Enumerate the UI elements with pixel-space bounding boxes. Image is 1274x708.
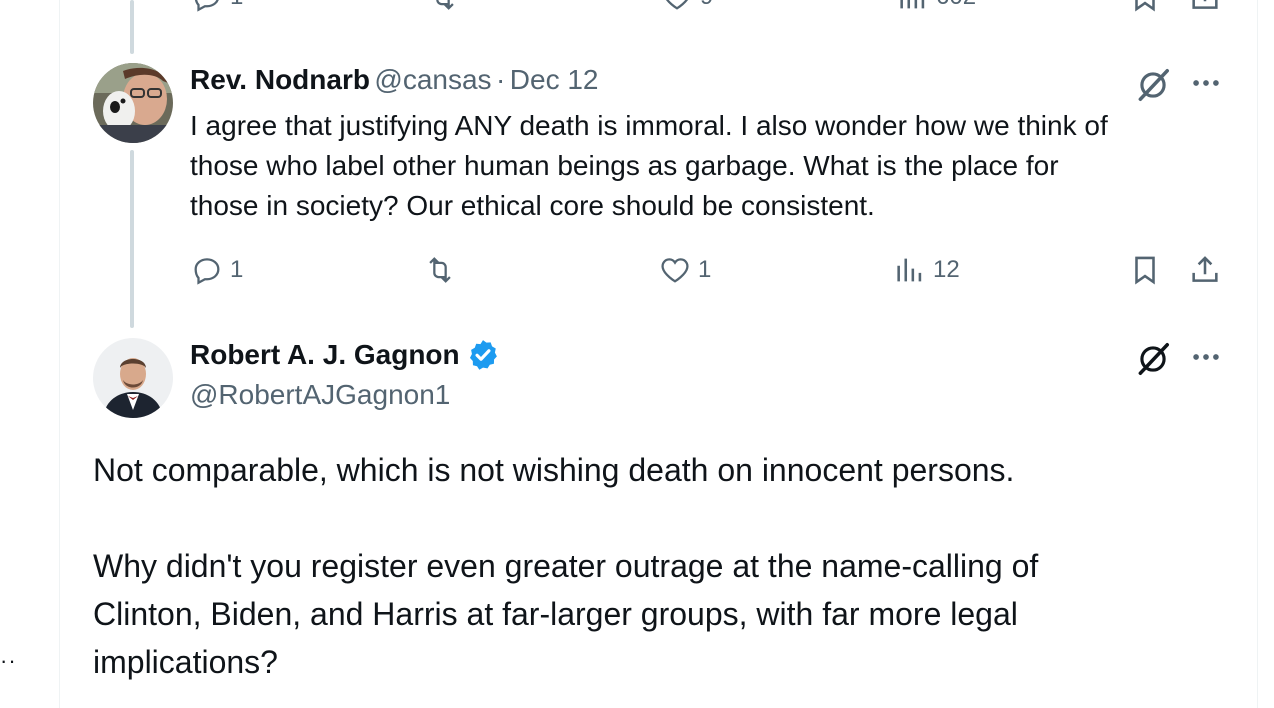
reply-author-avatar[interactable] bbox=[93, 63, 173, 143]
share-button[interactable] bbox=[1188, 253, 1222, 287]
main-tweet-text: Not comparable, which is not wishing dea… bbox=[93, 446, 1233, 686]
previous-views-count: 602 bbox=[936, 0, 976, 11]
main-paragraph-2-line: implications? bbox=[93, 644, 278, 680]
views-count: 12 bbox=[933, 256, 960, 283]
speech-bubble-icon bbox=[194, 0, 219, 12]
thread-connector-top bbox=[130, 0, 134, 54]
reply-text-line: I agree that justifying ANY death is imm… bbox=[190, 110, 1108, 141]
views-button[interactable]: 12 bbox=[893, 253, 960, 287]
reply-date[interactable]: Dec 12 bbox=[510, 64, 599, 95]
grok-slash-circle-icon[interactable] bbox=[1134, 66, 1172, 104]
reply-header-separator: · bbox=[496, 64, 506, 95]
previous-like-button[interactable]: 9 bbox=[660, 0, 713, 14]
avatar-image bbox=[93, 338, 173, 418]
main-author-handle[interactable]: @RobertAJGagnon1 bbox=[190, 379, 450, 411]
main-author-avatar[interactable] bbox=[93, 338, 173, 418]
speech-bubble-icon bbox=[194, 258, 220, 285]
previous-bookmark-button[interactable] bbox=[1128, 0, 1162, 14]
verified-badge-icon[interactable] bbox=[466, 338, 500, 372]
previous-views-button[interactable]: 602 bbox=[896, 0, 976, 14]
bookmark-icon bbox=[1135, 256, 1155, 285]
ellipsis-icon[interactable] bbox=[1189, 340, 1223, 374]
previous-retweet-button[interactable] bbox=[426, 0, 460, 14]
retweet-arrows-icon bbox=[436, 0, 454, 10]
like-button[interactable]: 1 bbox=[658, 253, 711, 287]
sidebar-more-dots[interactable]: ·· bbox=[0, 648, 17, 674]
bar-chart-icon bbox=[897, 258, 922, 282]
previous-reply-button[interactable]: 1 bbox=[190, 0, 243, 14]
bar-chart-icon bbox=[900, 0, 925, 9]
reply-count: 1 bbox=[230, 256, 244, 283]
previous-share-button[interactable] bbox=[1188, 0, 1222, 14]
previous-like-count: 9 bbox=[700, 0, 713, 11]
like-count: 1 bbox=[698, 256, 712, 283]
main-author-name[interactable]: Robert A. J. Gagnon bbox=[190, 339, 460, 371]
grok-slash-circle-icon[interactable] bbox=[1134, 340, 1172, 378]
reply-text-line: those in society? Our ethical core shoul… bbox=[190, 190, 875, 221]
share-upload-icon bbox=[1192, 0, 1218, 9]
reply-author-handle[interactable]: @cansas bbox=[374, 64, 491, 95]
bookmark-button[interactable] bbox=[1128, 253, 1162, 287]
timeline-right-border bbox=[1257, 0, 1258, 708]
main-paragraph-1: Not comparable, which is not wishing dea… bbox=[93, 452, 1015, 488]
main-paragraph-2-line: Clinton, Biden, and Harris at far-larger… bbox=[93, 596, 1018, 632]
timeline-left-border bbox=[59, 0, 60, 708]
reply-text: I agree that justifying ANY death is imm… bbox=[190, 106, 1230, 226]
reply-text-line: those who label other human beings as ga… bbox=[190, 150, 1059, 181]
avatar-image bbox=[93, 63, 173, 143]
share-upload-icon bbox=[1192, 256, 1218, 282]
previous-tweet-actions: 1 9 602 bbox=[190, 0, 1230, 14]
reply-author-name[interactable]: Rev. Nodnarb bbox=[190, 64, 370, 95]
heart-icon bbox=[661, 258, 689, 283]
thread-connector-middle bbox=[130, 150, 134, 328]
main-paragraph-2-line: Why didn't you register even greater out… bbox=[93, 548, 1039, 584]
reply-button[interactable]: 1 bbox=[190, 253, 243, 287]
reply-action-bar: 1 1 12 bbox=[190, 253, 1230, 293]
previous-reply-count: 1 bbox=[230, 0, 243, 11]
main-header: Robert A. J. Gagnon bbox=[190, 338, 500, 372]
bookmark-icon bbox=[1135, 0, 1155, 12]
retweet-button[interactable] bbox=[423, 253, 463, 287]
ellipsis-icon[interactable] bbox=[1189, 66, 1223, 100]
heart-icon bbox=[665, 0, 689, 10]
retweet-arrows-icon bbox=[429, 257, 451, 283]
reply-header: Rev. Nodnarb @cansas · Dec 12 bbox=[190, 64, 599, 96]
